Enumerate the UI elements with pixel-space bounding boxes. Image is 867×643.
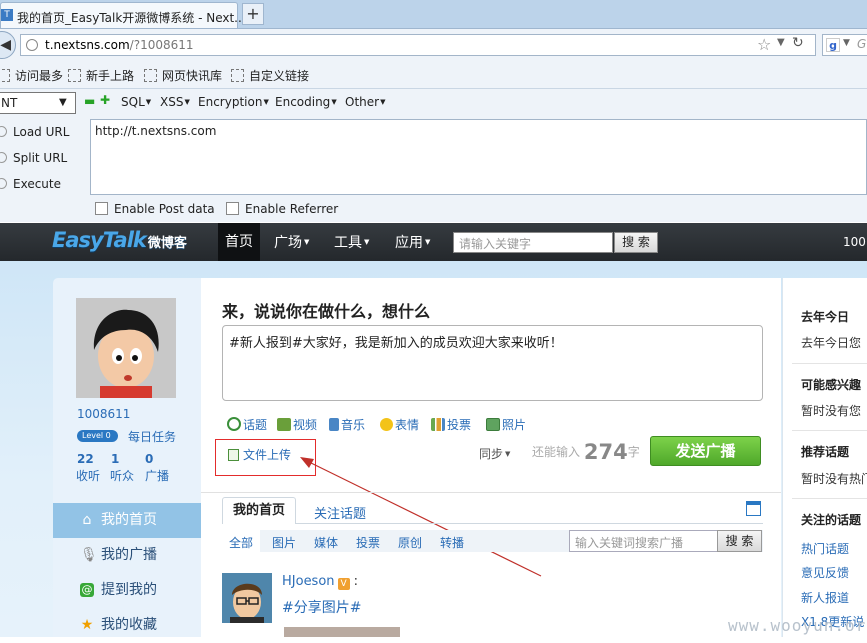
feed-tab-strip bbox=[222, 497, 763, 524]
verified-badge-icon: V bbox=[337, 578, 350, 590]
post-image[interactable] bbox=[284, 627, 400, 637]
filter-media[interactable]: 媒体 bbox=[314, 534, 338, 551]
recommended-topics-title: 推荐话题 bbox=[801, 445, 850, 459]
filter-polls[interactable]: 投票 bbox=[356, 534, 380, 551]
filter-original[interactable]: 原创 bbox=[398, 534, 422, 551]
maybe-interested-text: 暂时没有您 bbox=[801, 404, 862, 418]
tab-my-home[interactable]: 我的首页 bbox=[222, 497, 296, 524]
followed-topics-title: 关注的话题 bbox=[801, 513, 862, 527]
maybe-interested-title: 可能感兴趣 bbox=[801, 378, 862, 392]
user-avatar-icon bbox=[222, 573, 272, 623]
divider bbox=[792, 363, 867, 364]
today-last-year-text: 去年今日您 bbox=[801, 336, 862, 350]
filter-images[interactable]: 图片 bbox=[272, 534, 296, 551]
calendar-icon[interactable] bbox=[746, 501, 761, 516]
post-avatar[interactable] bbox=[222, 573, 272, 623]
today-last-year-title: 去年今日 bbox=[801, 310, 850, 324]
feed-search-input[interactable]: 输入关键词搜索广播 bbox=[569, 530, 718, 552]
link-newcomer[interactable]: 新人报道 bbox=[801, 589, 849, 606]
link-hot-topics[interactable]: 热门话题 bbox=[801, 540, 849, 557]
filter-reposts[interactable]: 转播 bbox=[440, 534, 464, 551]
feed-search-placeholder: 输入关键词搜索广播 bbox=[575, 536, 684, 550]
tab-followed-topics[interactable]: 关注话题 bbox=[314, 503, 366, 522]
watermark: www.wooyun.org bbox=[728, 616, 867, 635]
divider bbox=[792, 430, 867, 431]
divider bbox=[201, 492, 781, 493]
feed-search-button[interactable]: 搜 索 bbox=[717, 530, 762, 552]
post-author[interactable]: HJoeson V : bbox=[282, 574, 358, 590]
post-author-name: HJoeson bbox=[282, 574, 335, 589]
filter-all[interactable]: 全部 bbox=[229, 534, 253, 551]
link-feedback[interactable]: 意见反馈 bbox=[801, 564, 849, 581]
recommended-topics-text: 暂时没有热门 bbox=[801, 472, 867, 486]
post-author-colon: : bbox=[353, 574, 359, 589]
post-content[interactable]: #分享图片# bbox=[282, 597, 361, 617]
divider bbox=[792, 498, 867, 499]
